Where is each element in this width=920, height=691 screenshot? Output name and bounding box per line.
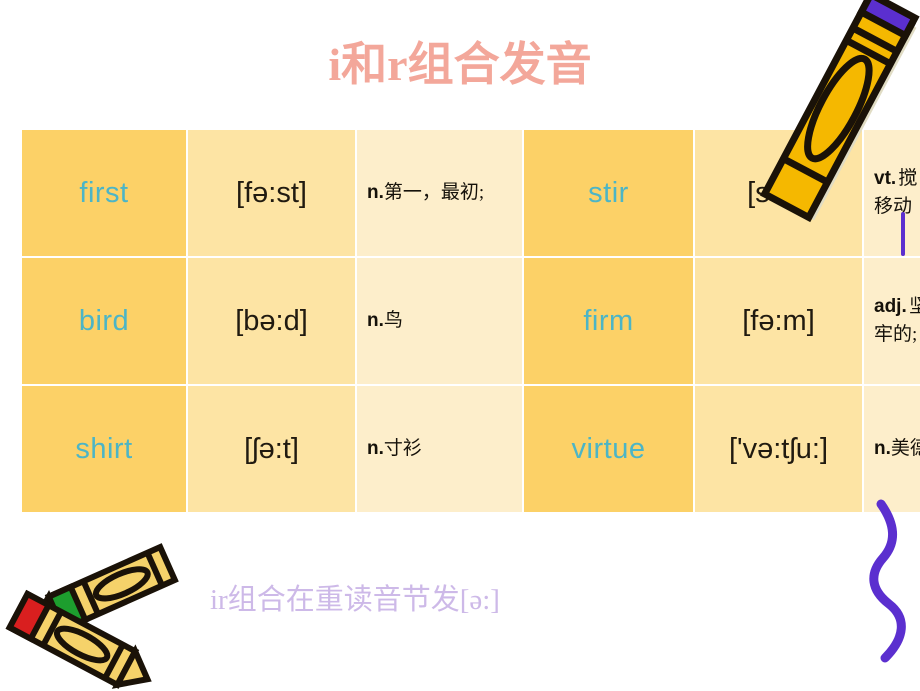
ipa-text: [ʃə:t] bbox=[244, 432, 299, 465]
word-text: virtue bbox=[571, 432, 646, 465]
definition: 寸衫 bbox=[383, 438, 422, 459]
ipa-cell: [fə:m] bbox=[695, 258, 862, 384]
ipa-text: [bə:d] bbox=[235, 304, 308, 337]
word-text: stir bbox=[588, 176, 629, 209]
part-of-speech: n. bbox=[367, 438, 384, 459]
ipa-cell: [fə:st] bbox=[188, 130, 355, 256]
meaning-text: n.寸衫 bbox=[367, 435, 512, 463]
table-row: first [fə:st] n.第一，最初; stir [stə:] vt.搅拌… bbox=[22, 130, 920, 256]
meaning-cell: adj.坚固的，坚牢的; bbox=[864, 258, 920, 384]
vocabulary-table: first [fə:st] n.第一，最初; stir [stə:] vt.搅拌… bbox=[20, 128, 920, 514]
meaning-cell: n.寸衫 bbox=[357, 386, 522, 512]
word-cell: stir bbox=[524, 130, 693, 256]
part-of-speech: n. bbox=[367, 182, 384, 203]
rule-caption: ir组合在重读音节发[ə:] bbox=[210, 584, 500, 616]
word-cell: shirt bbox=[22, 386, 186, 512]
word-text: firm bbox=[583, 304, 634, 337]
ipa-text: ['və:tʃu:] bbox=[728, 432, 829, 465]
page-title: i和r组合发音 bbox=[328, 39, 592, 90]
word-text: shirt bbox=[75, 432, 133, 465]
ipa-text: [fə:st] bbox=[236, 176, 307, 209]
meaning-cell: n.鸟 bbox=[357, 258, 522, 384]
ipa-cell: [bə:d] bbox=[188, 258, 355, 384]
ipa-cell: [ʃə:t] bbox=[188, 386, 355, 512]
meaning-text: vt.搅拌；（使）移动 bbox=[874, 165, 920, 221]
meaning-text: adj.坚固的，坚牢的; bbox=[874, 293, 920, 349]
ipa-cell: ['və:tʃu:] bbox=[695, 386, 862, 512]
squiggle-icon bbox=[869, 499, 906, 663]
part-of-speech: vt. bbox=[874, 168, 897, 189]
meaning-cell: n.第一，最初; bbox=[357, 130, 522, 256]
table-row: bird [bə:d] n.鸟 firm [fə:m] adj.坚固的，坚牢的; bbox=[22, 258, 920, 384]
meaning-cell: vt.搅拌；（使）移动 bbox=[864, 130, 920, 256]
meaning-text: n.第一，最初; bbox=[367, 179, 512, 207]
meaning-cell: n.美德;德行 bbox=[864, 386, 920, 512]
definition: 鸟 bbox=[383, 310, 403, 331]
table-row: shirt [ʃə:t] n.寸衫 virtue ['və:tʃu:] n.美德… bbox=[22, 386, 920, 512]
crayons-icon bbox=[5, 543, 179, 689]
ipa-text: [fə:m] bbox=[742, 304, 815, 337]
word-cell: virtue bbox=[524, 386, 693, 512]
word-text: bird bbox=[78, 304, 130, 337]
definition: 美德;德行 bbox=[890, 438, 920, 459]
ipa-cell: [stə:] bbox=[695, 130, 862, 256]
part-of-speech: n. bbox=[367, 310, 384, 331]
slide-canvas: i和r组合发音 first [fə:st] n.第一，最初; stir [stə… bbox=[0, 0, 920, 690]
definition: 第一，最初; bbox=[383, 182, 485, 203]
ipa-text: [stə:] bbox=[747, 176, 810, 209]
word-text: first bbox=[79, 176, 129, 209]
part-of-speech: adj. bbox=[874, 296, 907, 317]
meaning-text: n.美德;德行 bbox=[874, 435, 920, 463]
word-cell: firm bbox=[524, 258, 693, 384]
part-of-speech: n. bbox=[874, 438, 891, 459]
word-cell: bird bbox=[22, 258, 186, 384]
word-cell: first bbox=[22, 130, 186, 256]
meaning-text: n.鸟 bbox=[367, 307, 512, 335]
